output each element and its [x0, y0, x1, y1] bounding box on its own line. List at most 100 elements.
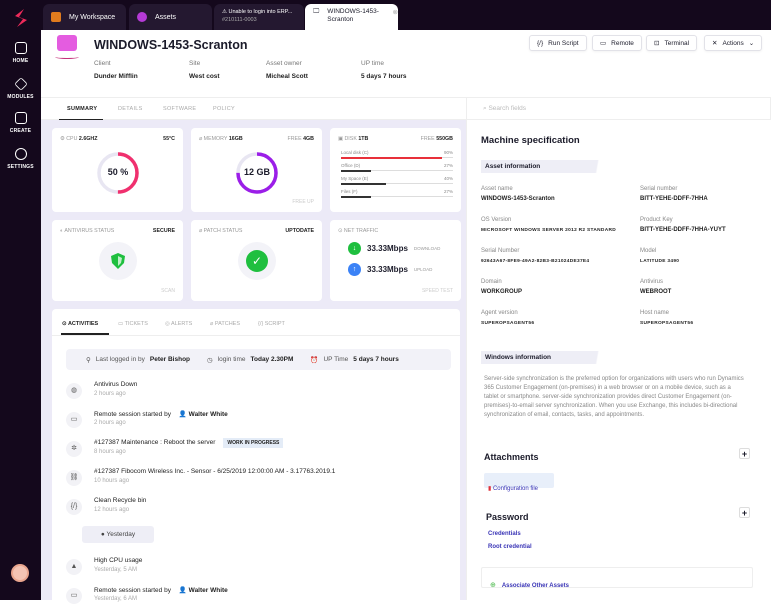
spec-field: Serial Number 92643A67-8FE9-49A2-82B3-B21…	[481, 248, 590, 264]
disk-drive: My Space (E) 40%	[341, 176, 453, 185]
password-title: Password	[486, 512, 529, 522]
sidebar-item-home[interactable]: HOME	[0, 42, 41, 64]
status-badge: WORK IN PROGRESS	[223, 438, 284, 448]
workspace-icon	[51, 12, 61, 22]
alarm-icon: ⏰	[310, 356, 319, 364]
memory-used: 12 GB	[243, 167, 270, 177]
tab-assets[interactable]: Assets	[129, 4, 212, 30]
windows-information-header: Windows information	[481, 351, 616, 364]
speed-test-button[interactable]: SPEED TEST	[422, 288, 453, 294]
activity-icon: ▭	[66, 412, 82, 428]
root-credential-link[interactable]: Root credential	[488, 544, 532, 550]
memory-card: ⌀ MEMORY 16GB FREE 4GB 12 GB FREE UP	[191, 128, 322, 212]
activity-icon: ▲	[66, 559, 82, 575]
shield-icon	[111, 253, 125, 269]
page-title: WINDOWS-1453-Scranton	[94, 38, 248, 52]
chevron-down-icon: ⌄	[748, 40, 755, 47]
spec-field: Asset name WINDOWS-1453-Scranton	[481, 186, 555, 202]
layers-icon	[13, 77, 28, 91]
spec-field: Serial number BITT-YEHE-DDFF-7HHA	[640, 186, 708, 202]
cpu-card: ⚙ CPU 2.6GHZ 55°C 50 %	[52, 128, 183, 212]
tab-software[interactable]: SOFTWARE	[163, 106, 196, 112]
user-icon: 👤	[178, 587, 187, 594]
login-info-bar: ⚲ Last logged in by Peter Bishop ◷ login ti…	[66, 349, 451, 370]
net-traffic-card: ⊙ NET TRAFFIC ↓ 33.33Mbps DOWNLOAD ↑ 33.33M…	[330, 220, 461, 301]
download-icon: ↓	[348, 242, 361, 255]
asset-header: WINDOWS-1453-Scranton Client Dunder Miffl…	[41, 30, 771, 97]
tab-policy[interactable]: POLICY	[213, 106, 235, 112]
script-icon: {/}	[537, 39, 544, 47]
tab-script[interactable]: {/} SCRIPT	[258, 321, 285, 327]
windows-icon	[55, 35, 79, 59]
free-up-button[interactable]: FREE UP	[292, 199, 314, 205]
tab-bar: My Workspace Assets ⚠ Unable to login in…	[41, 0, 771, 30]
windows-description: Server-side synchronization is the prefe…	[484, 376, 744, 418]
tab-details[interactable]: DETAILS	[118, 106, 143, 112]
terminal-button[interactable]: ⊡ Terminal	[646, 35, 698, 51]
asset-information-header: Asset information	[481, 160, 616, 173]
disk-usage-bar	[341, 182, 386, 185]
tab-tickets[interactable]: ▭ TICKETS	[118, 321, 148, 327]
patch-card: ⌀ PATCH STATUS UPTODATE ✓	[191, 220, 322, 301]
gear-icon	[14, 148, 27, 160]
spec-field: Product Key BITT-YEHE-DDFF-7HHA-YUYT	[640, 217, 726, 233]
meta-uptime: UP time 5 days 7 hours	[361, 60, 407, 80]
add-password-button[interactable]: +	[739, 507, 750, 518]
disk-drive: Files (F) 27%	[341, 189, 453, 198]
spec-field: Model LATITUDE 3490	[640, 248, 680, 264]
scan-button[interactable]: SCAN	[161, 288, 175, 294]
activity-icon: ◍	[66, 383, 82, 399]
run-script-button[interactable]: {/} Run Script	[529, 35, 587, 51]
meta-owner: Asset owner Micheal Scott	[266, 60, 308, 80]
summary-panel: ⚙ CPU 2.6GHZ 55°C 50 % ⌀ MEMORY 16GB FREE …	[41, 120, 466, 609]
remote-button[interactable]: ▭ Remote	[592, 35, 642, 51]
activity-icon: ▭	[66, 588, 82, 604]
subtabs: SUMMARY DETAILS SOFTWARE POLICY	[41, 97, 466, 121]
spec-field: OS Version MICROSOFT WINDOWS SERVER 2012 …	[481, 217, 616, 233]
user-icon: 👤	[178, 411, 187, 418]
associate-assets-button[interactable]: ⊕ Associate Other Assets	[481, 567, 753, 589]
spec-field: Agent version SUPEROPSAGENT56	[481, 310, 535, 326]
avatar[interactable]	[11, 564, 29, 582]
disk-drive: Local disk (C) 90%	[341, 150, 453, 159]
tab-summary[interactable]: SUMMARY	[58, 106, 104, 121]
search-input[interactable]: ⌕ Search fields	[466, 97, 771, 120]
database-icon	[137, 12, 147, 22]
meta-client: Client Dunder Mifflin	[94, 60, 138, 80]
sidebar-item-settings[interactable]: SETTINGS	[0, 148, 41, 170]
attachments-title: Attachments	[484, 452, 539, 462]
spec-field: Host name SUPEROPSAGENT56	[640, 310, 694, 326]
actions-button[interactable]: ✕ Actions ⌄	[704, 35, 763, 51]
tab-patches[interactable]: ⌀ PATCHES	[210, 321, 240, 327]
disk-card: ▣ DISK 1TB FREE 550GB Local disk (C) 90% Of…	[330, 128, 461, 212]
plus-circle-icon: ⊕	[490, 582, 498, 589]
tab-my-workspace[interactable]: My Workspace	[43, 4, 126, 30]
add-attachment-button[interactable]: +	[739, 448, 750, 459]
monitor-icon: 🖵	[313, 8, 320, 15]
details-panel: Machine specification Asset information …	[466, 120, 771, 600]
home-icon	[14, 42, 27, 54]
credentials-link[interactable]: Credentials	[488, 531, 521, 537]
sidebar-item-create[interactable]: CREATE	[0, 112, 41, 134]
tab-alerts[interactable]: ◎ ALERTS	[165, 321, 192, 327]
disk-usage-bar	[341, 195, 372, 198]
plus-icon	[14, 112, 27, 124]
cpu-usage: 50 %	[107, 167, 129, 177]
tab-activities[interactable]: ⊙ ACTIVITIES	[62, 321, 98, 327]
antivirus-card: ◐ ANTIVIRUS STATUS SECURE SCAN	[52, 220, 183, 301]
clock-icon: ◷	[207, 356, 213, 364]
disk-usage-bar	[341, 156, 442, 159]
close-icon[interactable]: ⊗	[393, 8, 398, 16]
check-icon: ✓	[246, 250, 268, 272]
section-title: Machine specification	[481, 135, 580, 146]
tab-windows-asset[interactable]: 🖵 WINDOWS-1453-Scranton ⊗	[305, 4, 398, 30]
disk-usage-bar	[341, 169, 372, 172]
disk-drive: Office (D) 27%	[341, 163, 453, 172]
meta-site: Site West cost	[189, 60, 220, 80]
tab-ticket[interactable]: ⚠ Unable to login into ERP... #210111-000…	[214, 4, 304, 30]
date-divider: ● Yesterday	[82, 526, 154, 543]
sidebar: HOME MODULES CREATE SETTINGS	[0, 0, 41, 600]
attachment-config-file[interactable]: ▮ Configuration file	[484, 473, 554, 492]
activity-icon: {/}	[66, 499, 82, 515]
sidebar-item-modules[interactable]: MODULES	[0, 77, 41, 100]
